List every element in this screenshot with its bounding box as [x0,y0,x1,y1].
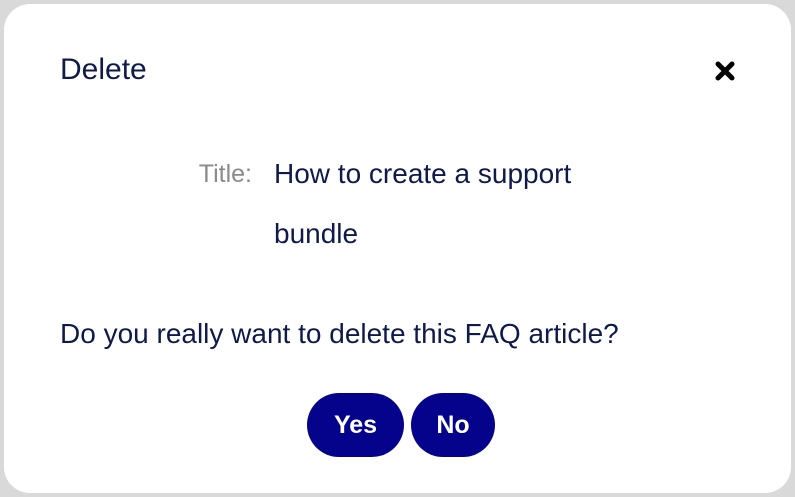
yes-button[interactable]: Yes [307,393,404,457]
button-row: Yes No [307,393,495,457]
close-icon [715,61,735,81]
no-button[interactable]: No [411,393,495,457]
confirmation-question: Do you really want to delete this FAQ ar… [60,318,619,349]
field-value-title: How to create a support bundle [274,158,572,249]
close-button[interactable] [710,56,740,86]
field-label-title: Title: [198,160,252,188]
delete-dialog: Delete Title: How to create a support bu… [4,4,791,493]
dialog-title: Delete [60,53,147,86]
